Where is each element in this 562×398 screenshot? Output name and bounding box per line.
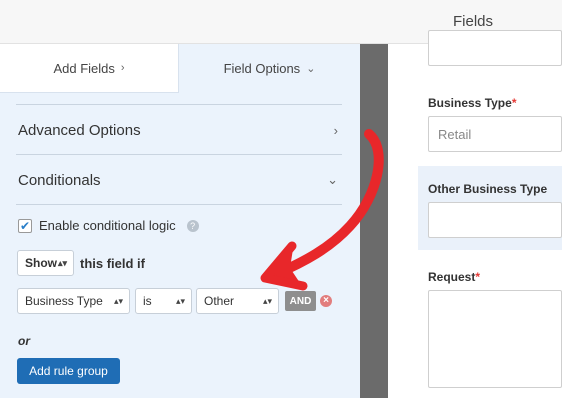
- show-hide-select[interactable]: Show ▴▾: [17, 250, 74, 276]
- section-advanced-options-label: Advanced Options: [18, 121, 141, 139]
- request-label-text: Request: [428, 270, 476, 284]
- and-button[interactable]: AND: [285, 291, 316, 311]
- business-type-label-text: Business Type: [428, 96, 512, 110]
- panel-tabs: Add Fields › Field Options ⌄: [0, 44, 360, 93]
- preview-field-input[interactable]: [428, 30, 562, 66]
- section-conditionals[interactable]: Conditionals ⌄: [18, 168, 342, 192]
- chevron-right-icon: ›: [120, 62, 125, 74]
- section-advanced-options[interactable]: Advanced Options ›: [18, 118, 342, 142]
- field-options-panel: Add Fields › Field Options ⌄ Advanced Op…: [0, 44, 360, 398]
- divider: [16, 204, 342, 205]
- rule-field-select[interactable]: Business Type ▴▾: [17, 288, 130, 314]
- section-conditionals-label: Conditionals: [18, 171, 101, 189]
- rule-value-value: Other: [204, 294, 235, 308]
- business-type-label: Business Type*: [428, 96, 516, 110]
- tab-field-options[interactable]: Field Options ⌄: [179, 44, 360, 93]
- remove-rule-icon[interactable]: ×: [320, 295, 332, 307]
- request-textarea[interactable]: [428, 290, 562, 388]
- tab-add-fields-label: Add Fields: [53, 60, 115, 76]
- business-type-placeholder: Retail: [438, 127, 472, 142]
- other-business-type-label: Other Business Type: [428, 182, 548, 196]
- rule-field-value: Business Type: [25, 294, 103, 308]
- page-title: Fields: [453, 13, 494, 30]
- panel-gutter: [360, 44, 388, 398]
- rule-operator-select[interactable]: is ▴▾: [135, 288, 192, 314]
- enable-conditional-logic-row: ✔ Enable conditional logic ?: [18, 218, 199, 233]
- chevron-down-icon: ⌄: [306, 63, 316, 75]
- other-business-type-input[interactable]: [428, 202, 562, 238]
- chevron-down-icon: ⌄: [327, 172, 338, 187]
- request-label: Request*: [428, 270, 480, 284]
- tab-add-fields[interactable]: Add Fields ›: [0, 44, 179, 93]
- tab-field-options-label: Field Options: [223, 61, 301, 76]
- select-arrows-icon: ▴▾: [57, 257, 67, 268]
- help-icon[interactable]: ?: [186, 219, 199, 232]
- rule-value-select[interactable]: Other ▴▾: [196, 288, 279, 314]
- rule-operator-value: is: [143, 294, 152, 308]
- divider: [16, 154, 342, 155]
- enable-conditional-logic-checkbox[interactable]: ✔: [18, 218, 32, 233]
- or-label: or: [18, 334, 30, 348]
- enable-conditional-logic-label: Enable conditional logic: [39, 218, 176, 233]
- required-marker: *: [475, 270, 481, 284]
- select-arrows-icon: ▴▾: [175, 295, 185, 306]
- divider: [16, 104, 342, 105]
- this-field-if-label: this field if: [80, 256, 145, 271]
- required-marker: *: [511, 96, 517, 110]
- select-arrows-icon: ▴▾: [262, 295, 272, 306]
- select-arrows-icon: ▴▾: [113, 295, 123, 306]
- add-rule-group-button[interactable]: Add rule group: [17, 358, 120, 384]
- chevron-right-icon: ›: [333, 122, 338, 138]
- show-hide-value: Show: [25, 256, 57, 270]
